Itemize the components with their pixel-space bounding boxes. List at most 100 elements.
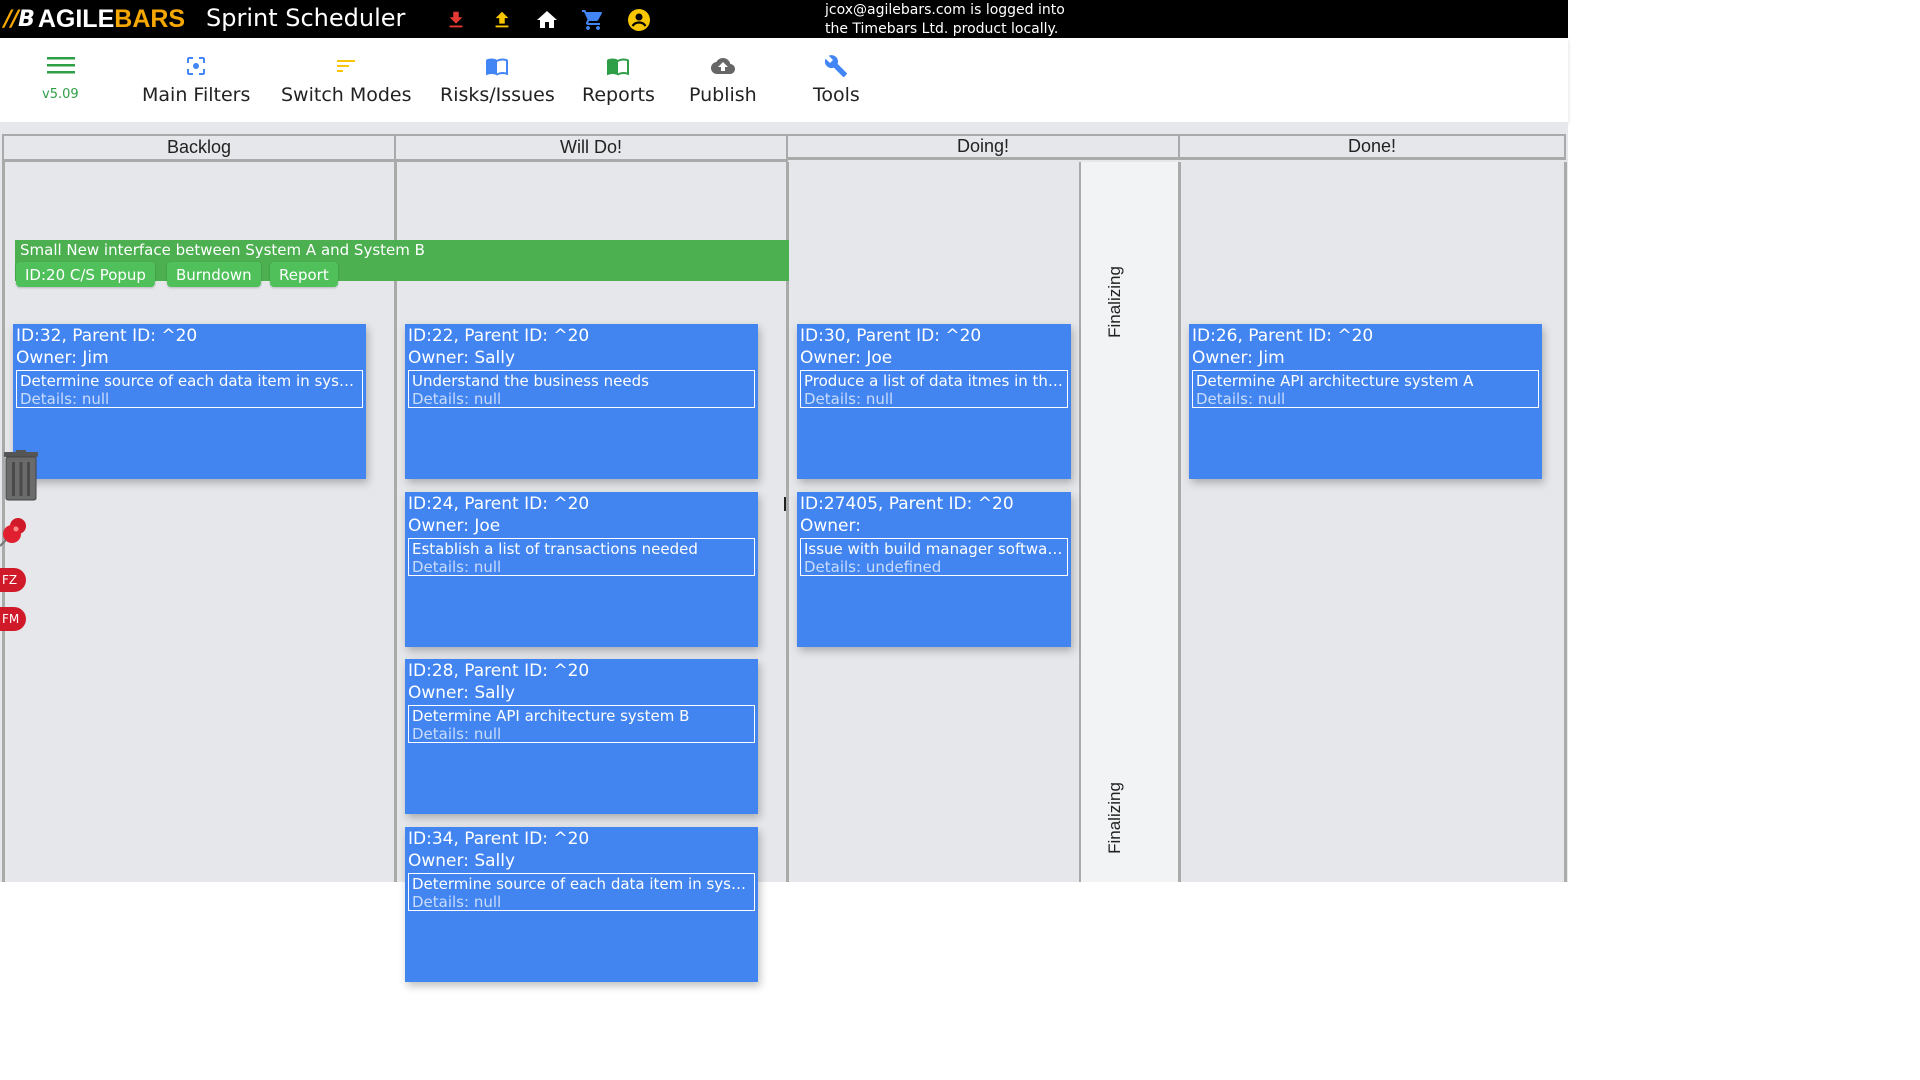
- card-owner: Owner: Sally: [408, 851, 516, 871]
- column-divider: [1178, 162, 1181, 882]
- card-details: Details: undefined: [804, 558, 942, 576]
- card-owner: Owner: Jim: [16, 348, 109, 368]
- app-title: Sprint Scheduler: [206, 4, 406, 32]
- report-button[interactable]: Report: [270, 262, 338, 287]
- tools-label: Tools: [813, 84, 860, 106]
- task-card[interactable]: ID:34, Parent ID: ^20 Owner: Sally Deter…: [405, 827, 758, 982]
- card-owner: Owner: Sally: [408, 348, 516, 368]
- switch-modes-label: Switch Modes: [281, 84, 412, 106]
- card-description-box[interactable]: Determine source of each data item in sy…: [16, 370, 363, 408]
- main-filters-button[interactable]: Main Filters: [142, 54, 250, 106]
- card-owner: Owner:: [800, 516, 861, 536]
- card-id: ID:24, Parent ID: ^20: [408, 494, 590, 514]
- main-filters-label: Main Filters: [142, 84, 251, 106]
- publish-label: Publish: [689, 84, 757, 106]
- card-description-box[interactable]: Determine source of each data item in sy…: [408, 873, 755, 911]
- fm-tag[interactable]: FM: [0, 607, 26, 631]
- card-description-box[interactable]: Establish a list of transactions needed …: [408, 538, 755, 576]
- hamburger-icon: [47, 57, 75, 74]
- wrench-icon: [825, 55, 848, 77]
- kanban-board: Backlog Will Do! Doing! Done! Finalizing…: [0, 122, 1568, 982]
- book-icon: [486, 58, 509, 76]
- finalizing-subcolumn: Finalizing Finalizing: [1079, 162, 1178, 882]
- home-icon[interactable]: [535, 8, 559, 32]
- task-card[interactable]: ID:24, Parent ID: ^20 Owner: Joe Establi…: [405, 492, 758, 647]
- story-bar[interactable]: Small New interface between System A and…: [15, 240, 789, 287]
- login-line-1: jcox@agilebars.com is logged into: [825, 2, 1065, 18]
- card-details: Details: null: [804, 390, 894, 408]
- risks-issues-button[interactable]: Risks/Issues: [440, 54, 555, 106]
- book-icon: [607, 58, 630, 76]
- card-details: Details: null: [412, 390, 502, 408]
- tools-button[interactable]: Tools: [813, 54, 860, 106]
- hamburger-menu-button[interactable]: [40, 54, 82, 76]
- burndown-button[interactable]: Burndown: [167, 262, 261, 287]
- trash-icon[interactable]: [3, 450, 39, 506]
- card-description-box[interactable]: Issue with build manager software. Detai…: [800, 538, 1068, 576]
- finalizing-label-top: Finalizing: [1104, 266, 1124, 338]
- card-description: Determine source of each data item in sy…: [20, 372, 359, 390]
- card-owner: Owner: Sally: [408, 683, 516, 703]
- column-divider: [1564, 162, 1567, 882]
- brand-name: AGILEBARS: [38, 5, 185, 34]
- task-card[interactable]: ID:26, Parent ID: ^20 Owner: Jim Determi…: [1189, 324, 1542, 479]
- column-header-will-do: Will Do!: [394, 134, 788, 162]
- risks-issues-label: Risks/Issues: [440, 84, 555, 106]
- card-id: ID:27405, Parent ID: ^20: [800, 494, 1014, 514]
- finalizing-label-bottom: Finalizing: [1104, 782, 1124, 854]
- card-id: ID:34, Parent ID: ^20: [408, 829, 590, 849]
- card-owner: Owner: Joe: [408, 516, 501, 536]
- cart-icon[interactable]: [581, 8, 605, 32]
- card-id: ID:22, Parent ID: ^20: [408, 326, 590, 346]
- card-id: ID:26, Parent ID: ^20: [1192, 326, 1374, 346]
- card-id: ID:32, Parent ID: ^20: [16, 326, 198, 346]
- task-card[interactable]: ID:28, Parent ID: ^20 Owner: Sally Deter…: [405, 659, 758, 814]
- card-details: Details: null: [20, 390, 110, 408]
- card-owner: Owner: Joe: [800, 348, 893, 368]
- card-description: Determine API architecture system B: [412, 707, 690, 725]
- task-card[interactable]: ID:30, Parent ID: ^20 Owner: Joe Produce…: [797, 324, 1071, 479]
- card-description: Understand the business needs: [412, 372, 649, 390]
- card-description: Issue with build manager software.: [804, 540, 1064, 558]
- publish-button[interactable]: Publish: [689, 54, 757, 106]
- fz-tag[interactable]: FZ: [0, 568, 26, 592]
- card-id: ID:28, Parent ID: ^20: [408, 661, 590, 681]
- login-status: jcox@agilebars.com is logged into the Ti…: [825, 1, 1065, 39]
- card-description: Determine source of each data item in sy…: [412, 875, 751, 893]
- account-icon[interactable]: [627, 8, 651, 32]
- card-details: Details: null: [412, 558, 502, 576]
- card-description-box[interactable]: Determine API architecture system B Deta…: [408, 705, 755, 743]
- top-bar: //B AGILEBARS Sprint Scheduler jcox@agil…: [0, 0, 1568, 38]
- card-description: Establish a list of transactions needed: [412, 540, 698, 558]
- card-details: Details: null: [412, 893, 502, 911]
- task-card[interactable]: ID:22, Parent ID: ^20 Owner: Sally Under…: [405, 324, 758, 479]
- agilebars-logo[interactable]: //B AGILEBARS: [4, 4, 185, 34]
- card-description: Determine API architecture system A: [1196, 372, 1474, 390]
- story-title: Small New interface between System A and…: [20, 241, 425, 259]
- version-label: v5.09: [42, 87, 79, 102]
- filter-focus-icon: [187, 57, 206, 75]
- text-cursor: [784, 497, 786, 511]
- column-header-doing: Doing!: [786, 134, 1180, 160]
- cloud-upload-icon: [710, 58, 735, 74]
- download-icon[interactable]: [444, 8, 468, 32]
- card-description-box[interactable]: Produce a list of data itmes in the syst…: [800, 370, 1068, 408]
- sort-lines-icon: [337, 60, 356, 72]
- login-line-2: the Timebars Ltd. product locally.: [825, 21, 1059, 37]
- task-card[interactable]: ID:32, Parent ID: ^20 Owner: Jim Determi…: [13, 324, 366, 479]
- reports-button[interactable]: Reports: [582, 54, 655, 106]
- card-description-box[interactable]: Understand the business needs Details: n…: [408, 370, 755, 408]
- card-owner: Owner: Jim: [1192, 348, 1285, 368]
- card-description-box[interactable]: Determine API architecture system A Deta…: [1192, 370, 1539, 408]
- card-details: Details: null: [1196, 390, 1286, 408]
- pushpin-icon[interactable]: [0, 516, 30, 552]
- task-card[interactable]: ID:27405, Parent ID: ^20 Owner: Issue wi…: [797, 492, 1071, 647]
- column-header-done: Done!: [1178, 134, 1566, 160]
- switch-modes-button[interactable]: Switch Modes: [281, 54, 412, 106]
- brand-bars: BARS: [114, 4, 186, 33]
- story-popup-button[interactable]: ID:20 C/S Popup: [16, 262, 155, 287]
- card-id: ID:30, Parent ID: ^20: [800, 326, 982, 346]
- card-details: Details: null: [412, 725, 502, 743]
- upload-icon[interactable]: [490, 8, 514, 32]
- card-description: Produce a list of data itmes in the syst…: [804, 372, 1064, 390]
